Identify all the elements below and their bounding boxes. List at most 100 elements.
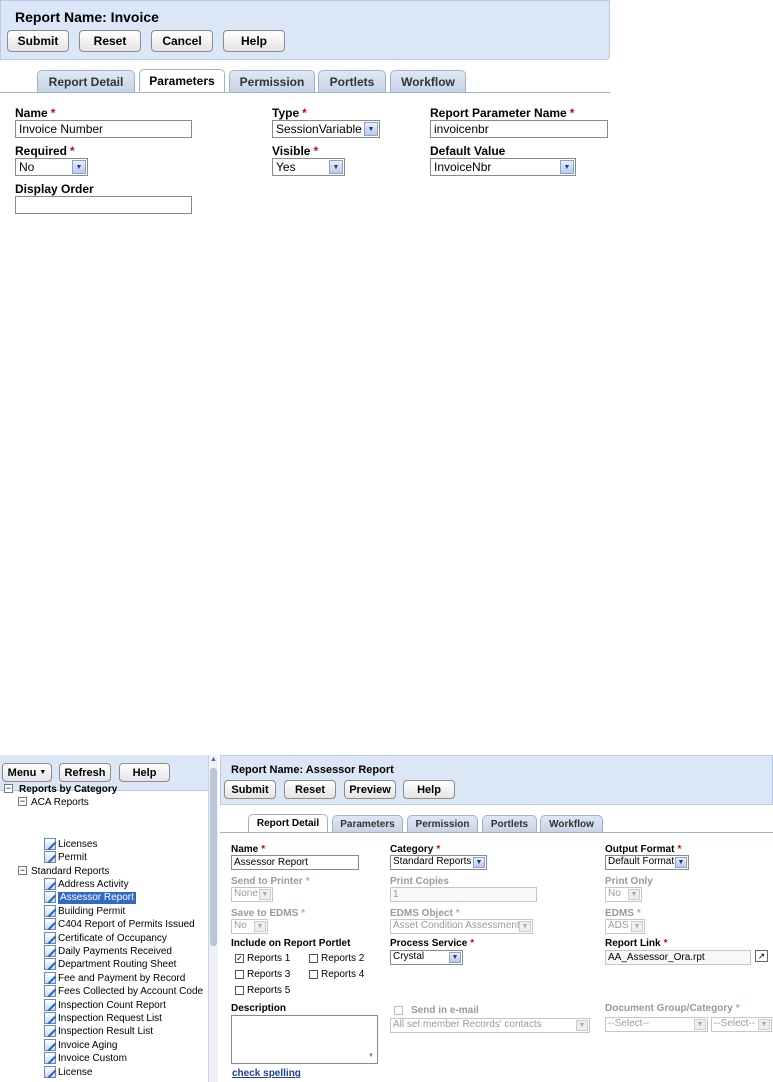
portlet-checkbox[interactable] <box>235 986 244 995</box>
chevron-down-icon[interactable]: ▼ <box>72 160 86 174</box>
check-spelling-link[interactable]: check spelling <box>232 1068 301 1079</box>
top-tab-portlets[interactable]: Portlets <box>318 70 386 92</box>
send-in-email-checkbox[interactable] <box>394 1006 403 1015</box>
chevron-down-icon[interactable]: ▼ <box>631 921 643 932</box>
doc-group-select[interactable]: --Select-- ▼ <box>605 1017 708 1032</box>
edms-object-select[interactable]: Asset Condition Assessment ▼ <box>390 919 533 934</box>
description-textarea[interactable] <box>231 1015 378 1064</box>
chevron-down-icon[interactable]: ▼ <box>519 921 531 932</box>
edms-select[interactable]: ADS ▼ <box>605 919 645 934</box>
chevron-down-icon[interactable]: ▼ <box>758 1019 770 1030</box>
tree-group-standard[interactable]: Standard Reports <box>31 866 109 878</box>
top-cancel-button[interactable]: Cancel <box>151 30 213 52</box>
tree-item[interactable]: Daily Payments Received <box>58 946 172 958</box>
sidebar-refresh-button[interactable]: Refresh <box>59 763 111 782</box>
chevron-down-icon[interactable]: ▼ <box>364 122 378 136</box>
bottom-tab-portlets[interactable]: Portlets <box>482 815 537 832</box>
name-input[interactable]: Assessor Report <box>231 855 359 870</box>
output-format-select[interactable]: Default Format ▼ <box>605 855 689 870</box>
top-param-name-label: Report Parameter Name * <box>430 106 575 120</box>
tree-item[interactable]: C404 Report of Permits Issued <box>58 919 195 931</box>
chevron-down-icon[interactable]: ▼ <box>694 1019 706 1030</box>
top-type-select[interactable]: SessionVariable ▼ <box>272 120 380 138</box>
chevron-down-icon[interactable]: ▼ <box>560 160 574 174</box>
category-select[interactable]: Standard Reports ▼ <box>390 855 487 870</box>
top-tab-permission[interactable]: Permission <box>229 70 315 92</box>
top-display-order-input[interactable] <box>15 196 192 214</box>
chevron-down-icon[interactable]: ▼ <box>449 952 461 963</box>
tree-item[interactable]: Invoice Custom <box>58 1053 127 1065</box>
chevron-down-icon[interactable]: ▼ <box>576 1020 588 1031</box>
top-required-select[interactable]: No ▼ <box>15 158 88 176</box>
bottom-submit-button[interactable]: Submit <box>224 780 276 799</box>
edms-object-label: EDMS Object * <box>390 908 460 919</box>
bottom-tab-permission[interactable]: Permission <box>407 815 478 832</box>
edms-label: EDMS * <box>605 908 641 919</box>
portlet-checkbox[interactable] <box>309 954 318 963</box>
tree-item[interactable]: Certificate of Occupancy <box>58 933 167 945</box>
bottom-reset-button[interactable]: Reset <box>284 780 336 799</box>
tree-item-permit[interactable]: Permit <box>58 852 87 864</box>
bottom-preview-button[interactable]: Preview <box>344 780 396 799</box>
portlet-checkbox[interactable]: ✓ <box>235 954 244 963</box>
sidebar-menu-button[interactable]: Menu ▼ <box>2 763 52 782</box>
doc-category-select[interactable]: --Select-- ▼ <box>711 1017 772 1032</box>
chevron-down-icon[interactable]: ▼ <box>254 921 266 932</box>
top-tab-content-border <box>0 92 610 93</box>
tree-item[interactable]: Department Routing Sheet <box>58 959 176 971</box>
top-default-value-select[interactable]: InvoiceNbr ▼ <box>430 158 576 176</box>
sidebar-help-button[interactable]: Help <box>119 763 170 782</box>
tree-item[interactable]: Invoice Aging <box>58 1040 118 1052</box>
chevron-down-icon[interactable]: ▼ <box>628 889 640 900</box>
print-copies-input[interactable]: 1 <box>390 887 537 902</box>
collapse-icon[interactable]: − <box>4 784 13 793</box>
tree-item[interactable]: Fee and Payment by Record <box>58 973 185 985</box>
tree-item[interactable]: Building Permit <box>58 906 125 918</box>
top-submit-button[interactable]: Submit <box>7 30 69 52</box>
tree-item[interactable]: Inspection Result List <box>58 1026 153 1038</box>
top-visible-select[interactable]: Yes ▼ <box>272 158 345 176</box>
bottom-help-button[interactable]: Help <box>403 780 455 799</box>
report-icon <box>44 918 56 930</box>
category-label: Category * <box>390 844 441 855</box>
tree-item[interactable]: License <box>58 1067 92 1079</box>
top-tab-parameters[interactable]: Parameters <box>139 69 225 92</box>
tree-item[interactable]: Fees Collected by Account Code <box>58 986 203 998</box>
send-in-email-label: Send in e-mail <box>411 1005 479 1016</box>
bottom-tab-parameters[interactable]: Parameters <box>332 815 403 832</box>
email-recipients-select[interactable]: All set member Records' contacts ▼ <box>390 1018 590 1033</box>
tree-item[interactable]: Address Activity <box>58 879 129 891</box>
tree-item[interactable]: Inspection Request List <box>58 1013 162 1025</box>
report-link-input[interactable]: AA_Assessor_Ora.rpt <box>605 950 751 965</box>
top-param-name-input[interactable]: invoicenbr <box>430 120 608 138</box>
include-portlet-label: Include on Report Portlet <box>231 938 351 949</box>
chevron-down-icon[interactable]: ▼ <box>329 160 343 174</box>
send-to-printer-select[interactable]: None ▼ <box>231 887 273 902</box>
process-service-select[interactable]: Crystal ▼ <box>390 950 463 965</box>
scroll-up-icon[interactable]: ▲ <box>209 756 218 766</box>
tree-item[interactable]: Assessor Report <box>58 892 136 904</box>
tree-root[interactable]: Reports by Category <box>19 784 117 796</box>
collapse-icon[interactable]: − <box>18 866 27 875</box>
browse-link-icon[interactable]: ↗ <box>755 950 768 962</box>
print-only-select[interactable]: No ▼ <box>605 887 642 902</box>
save-to-edms-select[interactable]: No ▼ <box>231 919 268 934</box>
textarea-scroll-down-icon[interactable]: ▼ <box>366 1053 376 1062</box>
chevron-down-icon[interactable]: ▼ <box>259 889 271 900</box>
tree-item[interactable]: Inspection Count Report <box>58 1000 166 1012</box>
tree-item-licenses[interactable]: Licenses <box>58 839 97 851</box>
tree-group-aca[interactable]: ACA Reports <box>31 797 89 809</box>
portlet-checkbox[interactable] <box>309 970 318 979</box>
portlet-checkbox[interactable] <box>235 970 244 979</box>
scrollbar-thumb[interactable] <box>210 768 217 946</box>
top-tab-report-detail[interactable]: Report Detail <box>37 70 135 92</box>
chevron-down-icon[interactable]: ▼ <box>675 857 687 868</box>
top-reset-button[interactable]: Reset <box>79 30 141 52</box>
bottom-tab-workflow[interactable]: Workflow <box>540 815 603 832</box>
top-tab-workflow[interactable]: Workflow <box>390 70 466 92</box>
bottom-tab-report-detail[interactable]: Report Detail <box>248 814 328 832</box>
top-name-input[interactable]: Invoice Number <box>15 120 192 138</box>
chevron-down-icon[interactable]: ▼ <box>473 857 485 868</box>
top-help-button[interactable]: Help <box>223 30 285 52</box>
collapse-icon[interactable]: − <box>18 797 27 806</box>
